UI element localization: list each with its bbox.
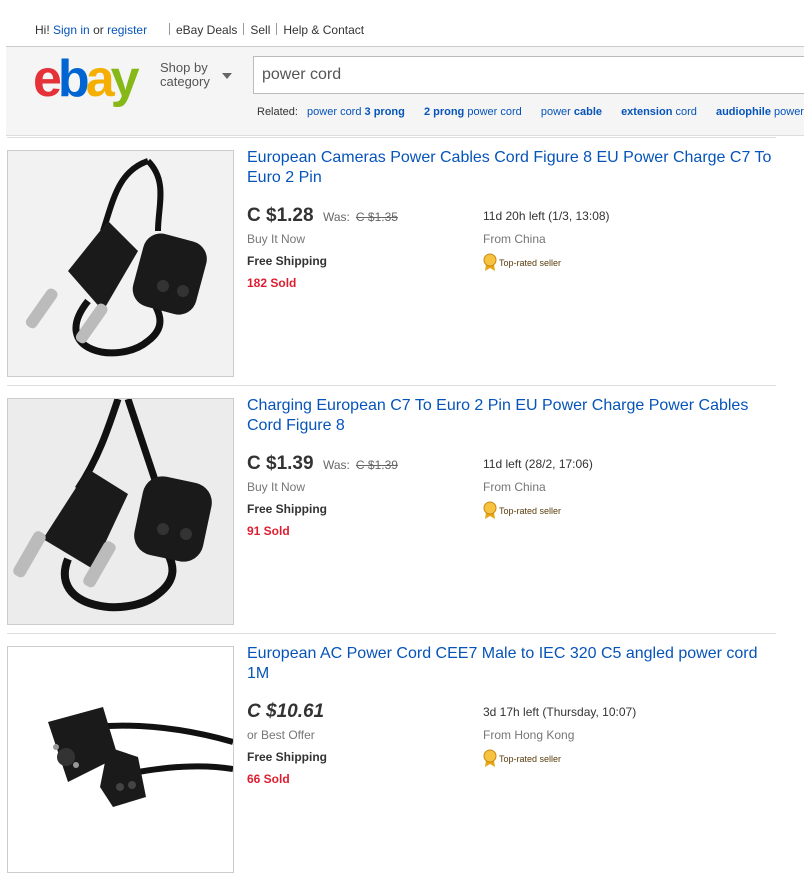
top-rated-seller-badge: Top-rated seller <box>483 501 561 519</box>
related-link[interactable]: extension cord <box>621 106 697 118</box>
top-nav: eBay Deals Sell Help & Contact <box>163 23 364 37</box>
shipping: Free Shipping <box>247 750 328 764</box>
time-left: 3d 17h left (Thursday, 10:07) <box>483 705 637 719</box>
buying-format: Buy It Now <box>247 480 306 494</box>
listing-item: European Cameras Power Cables Cord Figur… <box>7 137 776 385</box>
buying-format: or Best Offer <box>247 728 315 742</box>
product-image[interactable] <box>7 646 234 873</box>
sold-count: 66 Sold <box>247 772 290 786</box>
related-link[interactable]: power cable <box>541 106 602 118</box>
medal-icon <box>483 749 497 767</box>
time-left: 11d left (28/2, 17:06) <box>483 457 593 471</box>
was-price: Was: C $1.35 <box>323 210 398 224</box>
product-image[interactable] <box>7 150 234 377</box>
search-input[interactable] <box>262 66 782 84</box>
register-link[interactable]: register <box>107 23 147 37</box>
sold-count: 182 Sold <box>247 276 297 290</box>
top-bar: Hi! Sign in or register eBay Deals Sell He… <box>0 0 804 46</box>
listing-item: European AC Power Cord CEE7 Male to IEC … <box>7 633 776 881</box>
ebay-deals-link[interactable]: eBay Deals <box>176 23 237 37</box>
category-label: category <box>160 74 210 89</box>
header: ebay Shop by category Related: power cor… <box>6 46 804 136</box>
listing-title[interactable]: Charging European C7 To Euro 2 Pin EU Po… <box>247 396 777 436</box>
divider <box>7 385 776 386</box>
sign-in-link[interactable]: Sign in <box>53 23 90 37</box>
price: C $1.28 <box>247 205 314 226</box>
time-left: 11d 20h left (1/3, 13:08) <box>483 209 610 223</box>
item-location: From China <box>483 232 546 246</box>
related-link[interactable]: 2 prong power cord <box>424 106 522 118</box>
related-link[interactable]: audiophile power c <box>716 106 804 118</box>
greeting-text: Hi! <box>35 23 50 37</box>
medal-icon <box>483 253 497 271</box>
related-label: Related: <box>257 106 298 118</box>
shop-by-label: Shop by <box>160 60 208 75</box>
item-location: From China <box>483 480 546 494</box>
related-link[interactable]: power cord 3 prong <box>307 106 405 118</box>
shop-by-category-button[interactable]: Shop by category <box>160 60 232 89</box>
sold-count: 91 Sold <box>247 524 290 538</box>
sell-link[interactable]: Sell <box>250 23 270 37</box>
or-text: or <box>93 23 104 37</box>
product-image[interactable] <box>7 398 234 625</box>
shipping: Free Shipping <box>247 502 328 516</box>
price: C $1.39 <box>247 453 314 474</box>
listing-item: Charging European C7 To Euro 2 Pin EU Po… <box>7 385 776 633</box>
shipping: Free Shipping <box>247 254 328 268</box>
help-contact-link[interactable]: Help & Contact <box>283 23 364 37</box>
top-rated-seller-badge: Top-rated seller <box>483 749 561 767</box>
greeting: Hi! Sign in or register <box>35 23 147 37</box>
buying-format: Buy It Now <box>247 232 306 246</box>
divider <box>7 633 776 634</box>
item-location: From Hong Kong <box>483 728 575 742</box>
search-box <box>253 56 804 94</box>
nav-divider <box>276 23 278 35</box>
price: C $10.61 <box>247 701 325 722</box>
ebay-logo[interactable]: ebay <box>33 53 140 105</box>
was-price: Was: C $1.39 <box>323 458 398 472</box>
nav-divider <box>243 23 245 35</box>
listing-title[interactable]: European Cameras Power Cables Cord Figur… <box>247 148 777 188</box>
medal-icon <box>483 501 497 519</box>
chevron-down-icon <box>222 73 232 79</box>
top-rated-seller-badge: Top-rated seller <box>483 253 561 271</box>
divider <box>7 137 776 138</box>
nav-divider <box>169 23 170 35</box>
related-searches: Related: power cord 3 prong 2 prong powe… <box>257 106 804 118</box>
listing-title[interactable]: European AC Power Cord CEE7 Male to IEC … <box>247 644 777 684</box>
